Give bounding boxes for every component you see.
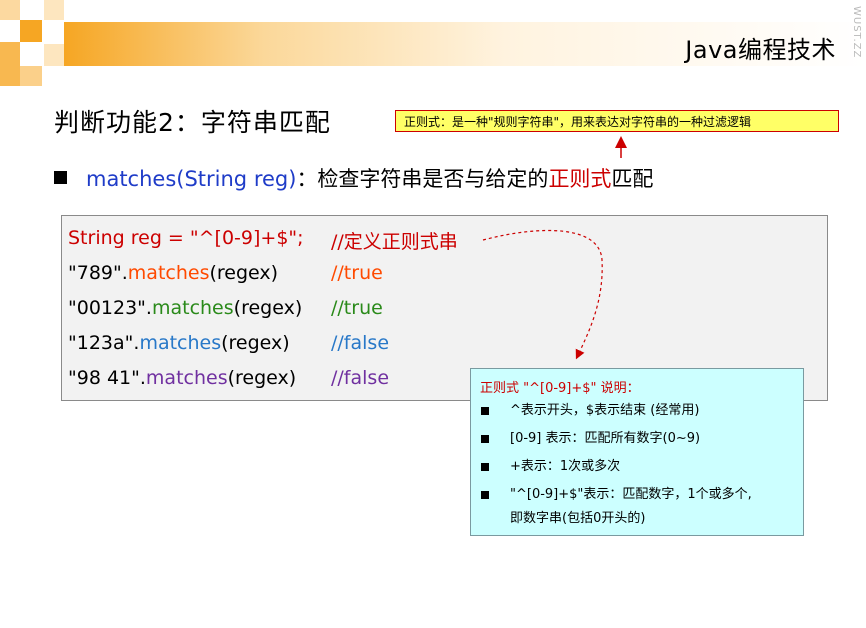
explanation-item-cont: 即数字串(包括0开头的) <box>510 511 646 526</box>
explanation-item: +表示：1次或多次 <box>510 459 621 474</box>
bullet-square-icon <box>481 463 489 471</box>
explanation-item: [0-9] 表示：匹配所有数字(0~9) <box>510 431 701 446</box>
bullet-square-icon <box>481 407 489 415</box>
bullet-square-icon <box>481 435 489 443</box>
dashed-arrow-icon <box>482 229 603 360</box>
bullet-square-icon <box>481 491 489 499</box>
explanation-title: 正则式 "^[0-9]+$" 说明： <box>480 381 640 396</box>
explanation-item: "^[0-9]+$"表示：匹配数字，1个或多个, <box>510 487 752 502</box>
explanation-item: ^表示开头，$表示结束 (经常用) <box>510 403 700 418</box>
